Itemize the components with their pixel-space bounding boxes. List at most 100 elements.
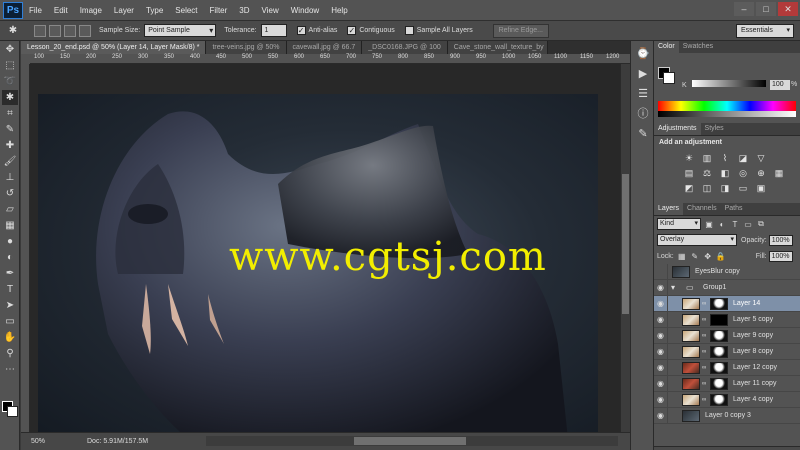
layer-row[interactable]: ◉ Layer 0 copy 3	[654, 407, 800, 424]
filter-adjustment-icon[interactable]: ◐	[717, 219, 727, 229]
photo-filter-icon[interactable]: ◎	[736, 167, 750, 179]
dodge-tool-icon[interactable]: ◐	[2, 250, 18, 265]
layer-row[interactable]: ◉ ∞ Layer 8 copy	[654, 343, 800, 360]
doc-tab[interactable]: cavewall.jpg @ 66.7	[286, 41, 363, 54]
history-panel-icon[interactable]: ⌚	[634, 45, 652, 61]
workspace-select[interactable]: Essentials	[736, 24, 794, 38]
canvas-area[interactable]: www.cgtsj.com	[30, 64, 620, 432]
chevron-down-icon[interactable]: ▾	[671, 283, 683, 292]
eye-icon[interactable]: ◉	[654, 343, 668, 360]
lock-all-icon[interactable]: 🔒	[716, 251, 726, 261]
info-panel-icon[interactable]: ⓘ	[634, 105, 652, 121]
layer-mask-thumbnail[interactable]	[710, 345, 728, 358]
tab-layers[interactable]: Layers	[654, 203, 684, 215]
blur-tool-icon[interactable]: ●	[2, 234, 18, 249]
eye-icon[interactable]: ◉	[654, 391, 668, 408]
layer-mask-thumbnail[interactable]	[710, 329, 728, 342]
invert-icon[interactable]: ◩	[682, 182, 696, 194]
layer-mask-thumbnail[interactable]	[710, 313, 728, 326]
blend-mode-select[interactable]: Overlay	[657, 234, 737, 246]
layer-row[interactable]: ◉ ∞ Layer 14	[654, 295, 800, 312]
more-tools-icon[interactable]: ⋯	[2, 362, 18, 377]
eye-icon[interactable]: ◉	[654, 375, 668, 392]
close-button[interactable]: ✕	[778, 2, 798, 16]
eye-icon[interactable]: ◉	[654, 407, 668, 424]
channel-mixer-icon[interactable]: ⊕	[754, 167, 768, 179]
exposure-icon[interactable]: ◪	[736, 152, 750, 164]
layer-row[interactable]: ◉ ∞ Layer 5 copy	[654, 311, 800, 328]
doc-tab-active[interactable]: Lesson_20_end.psd @ 50% (Layer 14, Layer…	[21, 41, 207, 54]
menu-filter[interactable]: Filter	[204, 6, 234, 15]
sample-all-layers-checkbox[interactable]: Sample All Layers	[404, 26, 473, 35]
sample-size-select[interactable]: Point Sample	[144, 24, 217, 37]
lasso-tool-icon[interactable]: ➰	[2, 74, 18, 89]
layer-row[interactable]: EyesBlur copy	[654, 263, 800, 280]
eyedropper-tool-icon[interactable]: ✎	[2, 122, 18, 137]
layer-group-row[interactable]: ◉ ▾ ▭ Group1	[654, 279, 800, 296]
pen-tool-icon[interactable]: ✒	[2, 266, 18, 281]
new-selection-icon[interactable]	[34, 24, 46, 37]
tab-swatches[interactable]: Swatches	[679, 41, 717, 53]
filter-type-icon[interactable]: T	[730, 219, 740, 229]
doc-tab[interactable]: _DSC0168.JPG @ 100	[362, 41, 448, 54]
menu-type[interactable]: Type	[140, 6, 169, 15]
anti-alias-checkbox[interactable]: ✓ Anti-alias	[296, 26, 337, 35]
vibrance-icon[interactable]: ▽	[754, 152, 768, 164]
horizontal-scroll-thumb[interactable]	[354, 437, 466, 445]
curves-icon[interactable]: ⌇	[718, 152, 732, 164]
hand-tool-icon[interactable]: ✋	[2, 330, 18, 345]
menu-image[interactable]: Image	[74, 6, 108, 15]
actions-panel-icon[interactable]: ▶	[634, 65, 652, 81]
vertical-scrollbar[interactable]	[620, 64, 630, 432]
filter-pixel-icon[interactable]: ▣	[704, 219, 714, 229]
eraser-tool-icon[interactable]: ▱	[2, 202, 18, 217]
layer-row[interactable]: ◉ ∞ Layer 12 copy	[654, 359, 800, 376]
opacity-input[interactable]: 100%	[768, 234, 793, 246]
layer-row[interactable]: ◉ ∞ Layer 4 copy	[654, 391, 800, 408]
tab-color[interactable]: Color	[654, 41, 679, 53]
menu-file[interactable]: File	[23, 6, 48, 15]
filter-shape-icon[interactable]: ▭	[743, 219, 753, 229]
add-selection-icon[interactable]	[49, 24, 61, 37]
layer-row[interactable]: ◉ ∞ Layer 9 copy	[654, 327, 800, 344]
color-spectrum[interactable]	[658, 101, 796, 117]
horizontal-scrollbar[interactable]	[206, 436, 618, 446]
selective-color-icon[interactable]: ▣	[754, 182, 768, 194]
posterize-icon[interactable]: ◫	[700, 182, 714, 194]
magic-wand-tool-icon[interactable]: ✱	[2, 90, 18, 105]
history-brush-tool-icon[interactable]: ↺	[2, 186, 18, 201]
visibility-off-icon[interactable]	[654, 263, 668, 280]
properties-panel-icon[interactable]: ☰	[634, 85, 652, 101]
menu-window[interactable]: Window	[285, 6, 325, 15]
brush-panel-icon[interactable]: ✎	[634, 125, 652, 141]
color-panel-background-swatch[interactable]	[663, 72, 675, 84]
lock-position-icon[interactable]: ✥	[703, 251, 713, 261]
menu-help[interactable]: Help	[325, 6, 353, 15]
zoom-level[interactable]: 50%	[31, 438, 57, 445]
menu-layer[interactable]: Layer	[108, 6, 140, 15]
k-value-input[interactable]: 100	[770, 80, 790, 90]
shape-tool-icon[interactable]: ▭	[2, 314, 18, 329]
contiguous-checkbox[interactable]: ✓ Contiguous	[347, 26, 395, 35]
move-tool-icon[interactable]: ✥	[2, 42, 18, 57]
layer-mask-thumbnail[interactable]	[710, 361, 728, 374]
menu-edit[interactable]: Edit	[48, 6, 74, 15]
tab-adjustments[interactable]: Adjustments	[654, 123, 701, 135]
hue-saturation-icon[interactable]: ▤	[682, 167, 696, 179]
minimize-button[interactable]: –	[734, 2, 754, 16]
marquee-tool-icon[interactable]: ⬚	[2, 58, 18, 73]
document-size[interactable]: Doc: 5.91M/157.5M	[87, 438, 148, 445]
eye-icon[interactable]: ◉	[654, 311, 668, 328]
gradient-tool-icon[interactable]: ▦	[2, 218, 18, 233]
lock-transparent-icon[interactable]: ▦	[677, 251, 687, 261]
creature-artwork[interactable]: www.cgtsj.com	[38, 94, 598, 432]
magic-wand-icon[interactable]: ✱	[6, 24, 20, 38]
layer-mask-thumbnail[interactable]	[710, 377, 728, 390]
intersect-selection-icon[interactable]	[79, 24, 91, 37]
background-color-swatch[interactable]	[7, 406, 18, 417]
crop-tool-icon[interactable]: ⌗	[2, 106, 18, 121]
eye-icon[interactable]: ◉	[654, 359, 668, 376]
menu-select[interactable]: Select	[169, 6, 203, 15]
path-selection-tool-icon[interactable]: ➤	[2, 298, 18, 313]
levels-icon[interactable]: ▥	[700, 152, 714, 164]
